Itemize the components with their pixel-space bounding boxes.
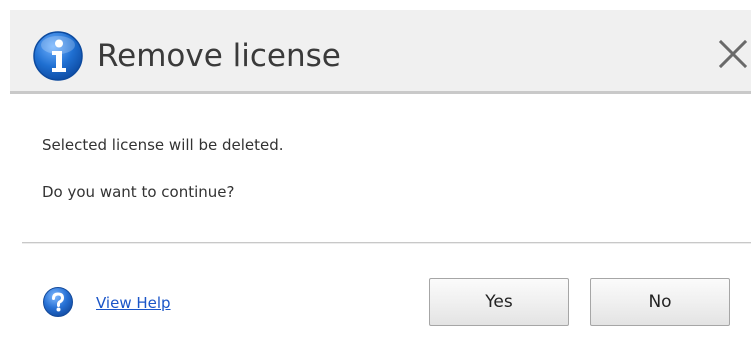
- yes-button[interactable]: Yes: [429, 278, 569, 326]
- no-button[interactable]: No: [590, 278, 730, 326]
- footer-divider: [22, 242, 751, 243]
- dialog-title-bar: Remove license: [10, 10, 751, 94]
- remove-license-dialog: Remove license Selected license will be …: [0, 0, 751, 361]
- view-help-link[interactable]: View Help: [96, 294, 171, 312]
- dialog-title: Remove license: [97, 38, 341, 74]
- help-icon[interactable]: [42, 286, 74, 318]
- message-line-2: Do you want to continue?: [42, 183, 235, 201]
- close-icon[interactable]: [715, 36, 751, 72]
- info-icon: [32, 30, 84, 82]
- message-line-1: Selected license will be deleted.: [42, 136, 284, 154]
